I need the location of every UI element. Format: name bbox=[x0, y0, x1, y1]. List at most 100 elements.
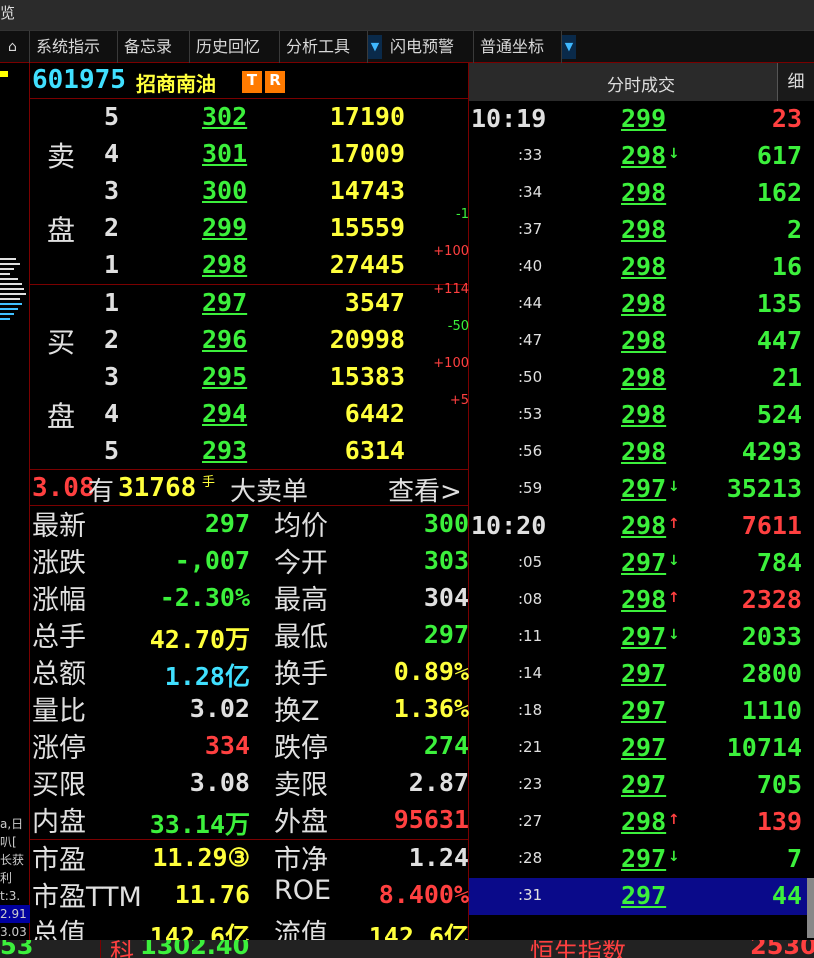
stock-name: 招商南油 bbox=[136, 72, 216, 96]
stat-label: 今开 bbox=[274, 548, 328, 579]
arrow-up-icon: ↑ bbox=[668, 516, 680, 532]
scrollbar[interactable] bbox=[807, 878, 814, 938]
buy-price: 293 bbox=[202, 436, 248, 465]
tick-row[interactable]: :50 298 21 bbox=[469, 360, 814, 397]
chevron-down-icon[interactable]: ▼ bbox=[368, 35, 382, 59]
tick-row[interactable]: :53 298 524 bbox=[469, 397, 814, 434]
stat-row: 内盘 33.14万 外盘 95631 bbox=[30, 802, 469, 839]
buy-row[interactable]: 2 296 20998 -50 bbox=[30, 319, 469, 359]
buy-price: 297 bbox=[202, 288, 248, 317]
tick-row[interactable]: :08 298 ↑ 2328 bbox=[469, 582, 814, 619]
toolbar-flash-alert[interactable]: 闪电预警 bbox=[384, 31, 474, 63]
tick-row[interactable]: :44 298 135 bbox=[469, 286, 814, 323]
stat-label: 最新 bbox=[32, 511, 86, 542]
tick-time: :05 bbox=[518, 553, 543, 571]
buy-volume: 20998 bbox=[329, 325, 405, 354]
sell-row[interactable]: 5 302 17190 bbox=[30, 99, 469, 136]
buy-row[interactable]: 3 295 15383 +100 bbox=[30, 356, 469, 396]
tick-time: :08 bbox=[518, 590, 543, 608]
sell-level: 1 bbox=[104, 250, 120, 279]
tick-time: :18 bbox=[518, 701, 543, 719]
tick-row[interactable]: :14 297 2800 bbox=[469, 656, 814, 693]
chevron-down-icon[interactable]: ▼ bbox=[562, 35, 576, 59]
tick-row[interactable]: :33 298 ↓ 617 bbox=[469, 138, 814, 175]
tick-time: :53 bbox=[518, 405, 543, 423]
tick-row[interactable]: :23 297 705 bbox=[469, 767, 814, 804]
stat-label: 内盘 bbox=[32, 807, 86, 838]
stat-label: 跌停 bbox=[274, 733, 328, 764]
tick-time: :37 bbox=[518, 220, 543, 238]
sell-row[interactable]: 4 301 17009 bbox=[30, 136, 469, 173]
tab-detail[interactable]: 细 bbox=[777, 63, 814, 101]
stat-label: 换手 bbox=[274, 659, 328, 690]
tick-price: 298 bbox=[621, 807, 667, 836]
arrow-down-icon: ↓ bbox=[668, 627, 680, 643]
stat-label: 总额 bbox=[32, 659, 86, 690]
toolbar-history[interactable]: 历史回忆 bbox=[190, 31, 280, 63]
tick-row[interactable]: :21 297 10714 bbox=[469, 730, 814, 767]
tick-volume: 784 bbox=[756, 548, 802, 577]
tick-row[interactable]: :28 297 ↓ 7 bbox=[469, 841, 814, 878]
stat-value: 303 bbox=[423, 546, 469, 575]
buy-level: 4 bbox=[104, 399, 120, 428]
tick-time: 10:19 bbox=[471, 104, 547, 133]
tick-row[interactable]: :59 297 ↓ 35213 bbox=[469, 471, 814, 508]
toolbar-system-indicator[interactable]: 系统指示 bbox=[30, 31, 118, 63]
sell-level: 5 bbox=[104, 102, 120, 131]
buy-row[interactable]: 5 293 6314 bbox=[30, 433, 469, 470]
tick-row[interactable]: :18 297 1110 bbox=[469, 693, 814, 730]
mini-chart-icon bbox=[0, 71, 26, 320]
tick-price: 298 bbox=[621, 437, 667, 466]
buy-price: 294 bbox=[202, 399, 248, 428]
sell-row[interactable]: 1 298 27445 +100 bbox=[30, 244, 469, 284]
buy-level: 3 bbox=[104, 362, 120, 391]
tick-price: 298 bbox=[621, 326, 667, 355]
sell-level: 2 bbox=[104, 213, 120, 242]
tick-row[interactable]: :31 297 44 bbox=[469, 878, 814, 915]
toolbar-normal-axis[interactable]: 普通坐标 bbox=[474, 31, 562, 63]
tick-row[interactable]: 10:20 298 ↑ 7611 bbox=[469, 508, 814, 545]
tick-row[interactable]: :37 298 2 bbox=[469, 212, 814, 249]
buy-price: 296 bbox=[202, 325, 248, 354]
sell-row[interactable]: 2 299 15559 -1 bbox=[30, 207, 469, 247]
tick-volume: 44 bbox=[771, 881, 802, 910]
tick-row[interactable]: :47 298 447 bbox=[469, 323, 814, 360]
stat-value: 33.14万 bbox=[149, 810, 250, 839]
tick-volume: 1110 bbox=[741, 696, 802, 725]
tick-row[interactable]: :34 298 162 bbox=[469, 175, 814, 212]
lock-icon[interactable]: ⌂ bbox=[0, 31, 30, 63]
tick-row[interactable]: 10:19 299 23 bbox=[469, 101, 814, 138]
tick-price: 297 bbox=[621, 696, 667, 725]
valuation-value: 8.400% bbox=[378, 880, 469, 909]
tick-price: 297 bbox=[621, 844, 667, 873]
tick-price: 297 bbox=[621, 770, 667, 799]
tick-row[interactable]: :40 298 16 bbox=[469, 249, 814, 286]
index-name: 恒生指数 bbox=[530, 940, 626, 958]
sell-volume: 17190 bbox=[329, 102, 405, 131]
strip-text: 长获利 bbox=[0, 853, 25, 885]
tick-time: :47 bbox=[518, 331, 543, 349]
stat-value: 1.36% bbox=[393, 694, 469, 723]
tick-row[interactable]: :56 298 4293 bbox=[469, 434, 814, 471]
buy-price: 295 bbox=[202, 362, 248, 391]
tick-time: :50 bbox=[518, 368, 543, 386]
stat-row: 涨停 334 跌停 274 bbox=[30, 728, 469, 765]
tick-price: 298 bbox=[621, 289, 667, 318]
sell-price: 301 bbox=[202, 139, 248, 168]
status-value: 53 bbox=[0, 940, 34, 958]
buy-row[interactable]: 4 294 6442 +5 bbox=[30, 393, 469, 433]
buy-row[interactable]: 1 297 3547 +114 bbox=[30, 282, 469, 322]
stock-code: 601975 bbox=[32, 65, 126, 95]
tick-time: :34 bbox=[518, 183, 543, 201]
view-link[interactable]: 查看> bbox=[388, 471, 462, 508]
sell-row[interactable]: 3 300 14743 bbox=[30, 173, 469, 210]
toolbar-analysis-tools[interactable]: 分析工具 bbox=[280, 31, 368, 63]
tick-volume: 16 bbox=[771, 252, 802, 281]
tick-time: :40 bbox=[518, 257, 543, 275]
tick-row[interactable]: :27 298 ↑ 139 bbox=[469, 804, 814, 841]
big-order-bar[interactable]: 3.08 有 31768 手 大卖单 查看> bbox=[30, 471, 469, 508]
toolbar-memo[interactable]: 备忘录 bbox=[118, 31, 190, 63]
tick-row[interactable]: :05 297 ↓ 784 bbox=[469, 545, 814, 582]
t-badge: T bbox=[242, 71, 262, 93]
tick-row[interactable]: :11 297 ↓ 2033 bbox=[469, 619, 814, 656]
